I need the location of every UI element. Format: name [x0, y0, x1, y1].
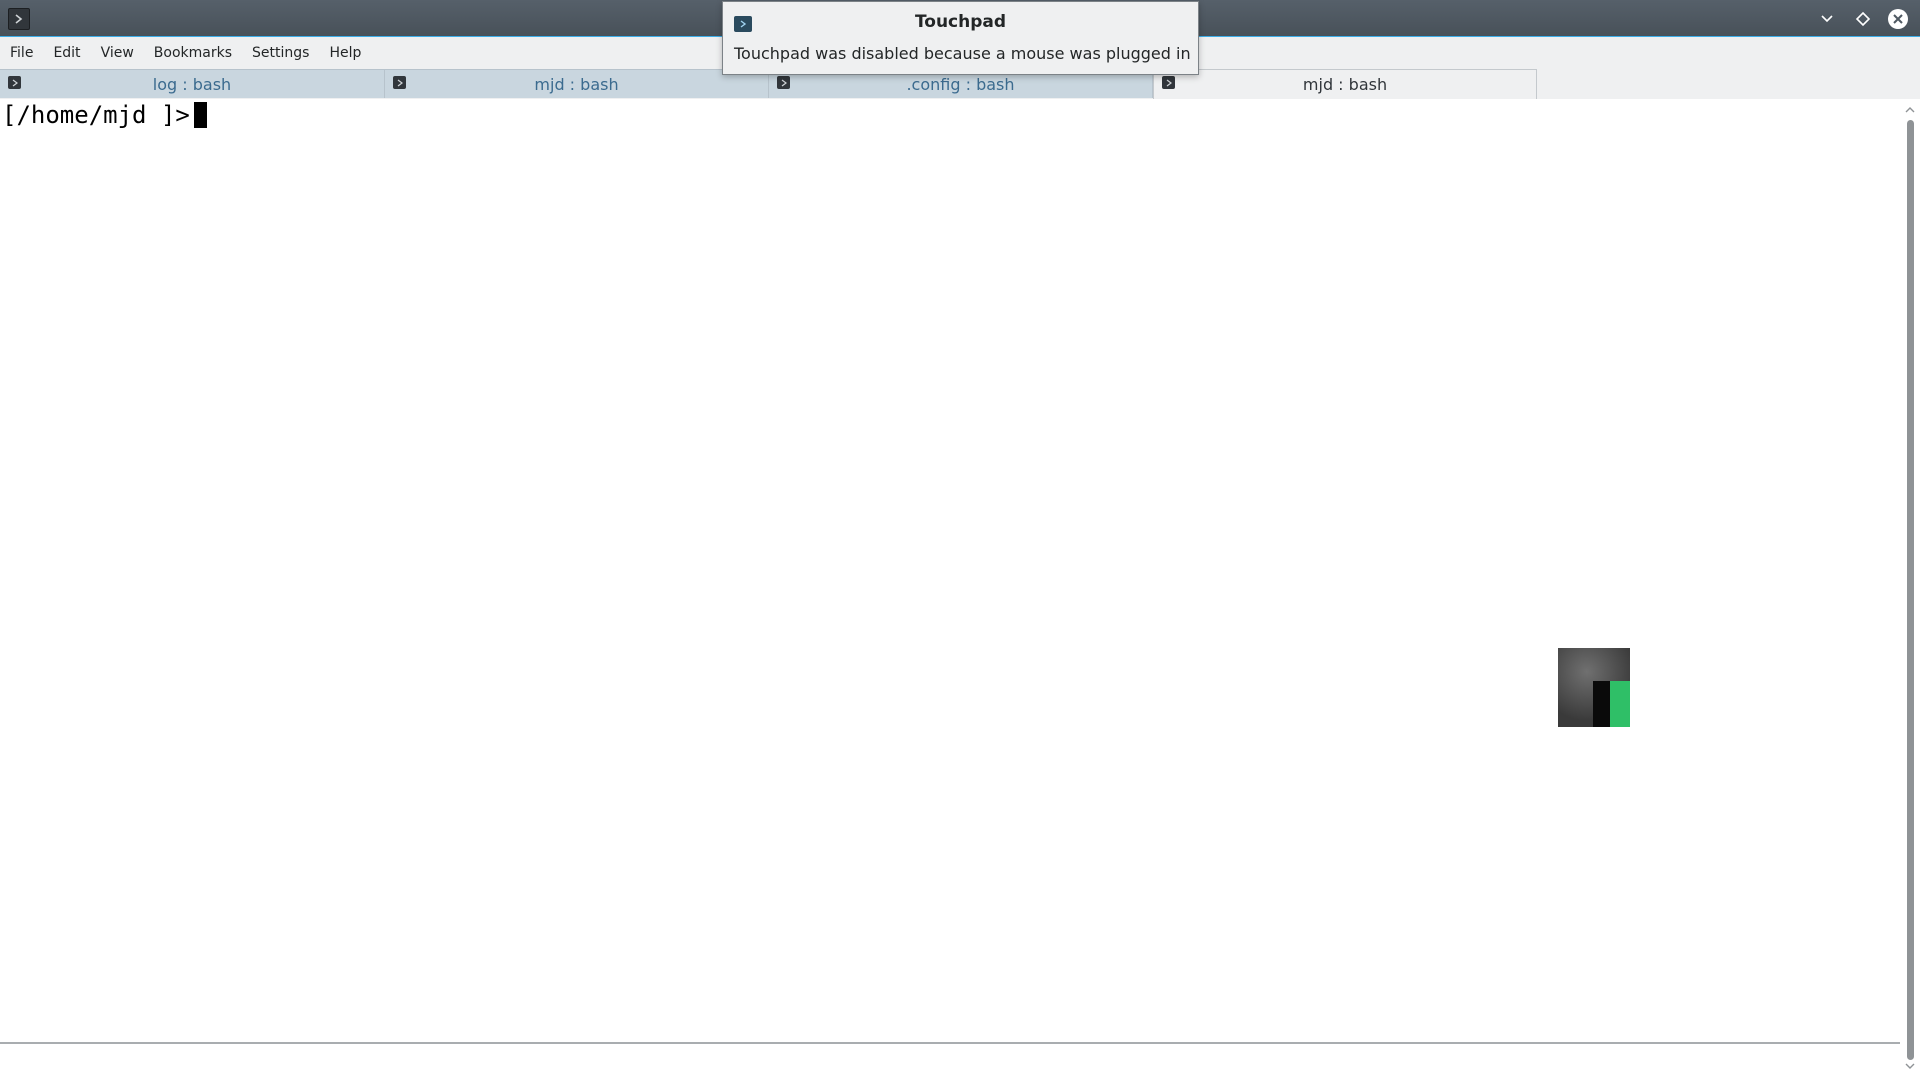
shell-prompt: [/home/mjd ]> [2, 101, 190, 129]
menu-view[interactable]: View [91, 37, 144, 69]
terminal-prompt-line: [/home/mjd ]> [2, 100, 207, 130]
minimize-icon[interactable] [1816, 8, 1838, 30]
terminal-icon [393, 76, 406, 89]
floating-thumbnail-image [1558, 648, 1630, 727]
terminal-scrollbar[interactable] [1900, 100, 1920, 1075]
terminal-app-icon[interactable] [8, 8, 30, 30]
terminal-bottom-divider [0, 1042, 1900, 1044]
menu-bookmarks[interactable]: Bookmarks [144, 37, 242, 69]
menu-edit[interactable]: Edit [43, 37, 90, 69]
menu-help[interactable]: Help [319, 37, 371, 69]
tab-label: mjd : bash [1302, 75, 1388, 94]
close-icon[interactable] [1888, 9, 1908, 29]
menu-settings[interactable]: Settings [242, 37, 319, 69]
terminal-prompt-icon [15, 14, 23, 24]
scroll-up-icon[interactable] [1904, 104, 1916, 116]
maximize-icon[interactable] [1852, 8, 1874, 30]
tab-log-bash[interactable]: log : bash [0, 69, 385, 98]
tab-label: log : bash [152, 74, 232, 94]
notification-title: Touchpad [914, 12, 1007, 32]
tab-label: mjd : bash [534, 74, 619, 94]
thumbnail-black-block [1593, 681, 1611, 727]
thumbnail-green-block [1610, 681, 1630, 727]
tab-label: .config : bash [906, 74, 1015, 94]
scroll-thumb[interactable] [1907, 120, 1914, 1060]
notification-body: Touchpad was disabled because a mouse wa… [734, 44, 1191, 63]
terminal-icon [8, 76, 21, 89]
text-cursor [193, 102, 207, 128]
menu-file[interactable]: File [0, 37, 43, 69]
tab-mjd-bash[interactable]: mjd : bash [385, 69, 769, 98]
window-controls [1816, 8, 1908, 30]
scroll-down-icon[interactable] [1904, 1060, 1916, 1072]
terminal-output[interactable]: [/home/mjd ]> [0, 100, 1900, 1043]
terminal-icon [1162, 76, 1175, 89]
tab-mjd-bash-active[interactable]: mjd : bash [1153, 69, 1537, 99]
touchpad-notification[interactable]: Touchpad Touchpad was disabled because a… [722, 1, 1199, 75]
terminal-icon [777, 76, 790, 89]
